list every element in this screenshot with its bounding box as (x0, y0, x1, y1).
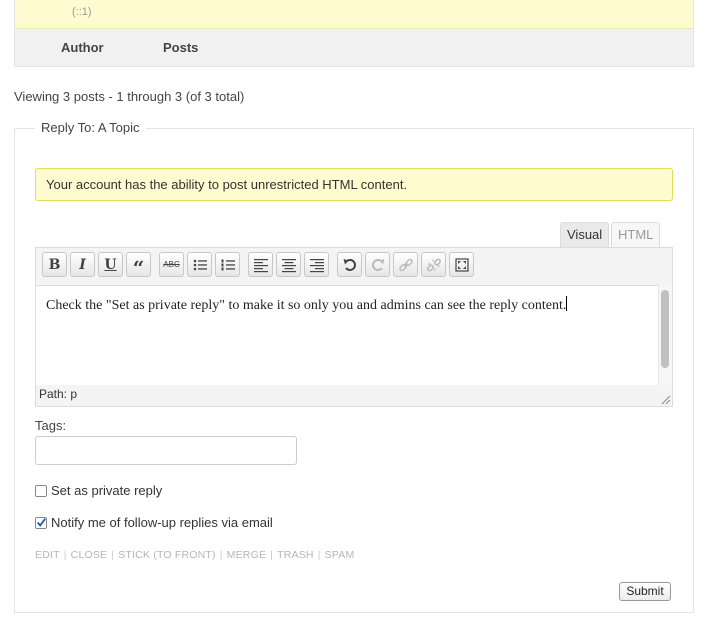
separator: | (63, 549, 67, 561)
admin-links: EDIT | CLOSE | STICK (TO FRONT) | MERGE | TRASH |… (35, 549, 354, 561)
pagination-count: Viewing 3 posts - 1 through 3 (of 3 tota… (14, 89, 245, 104)
tags-label: Tags: (35, 418, 67, 433)
admin-link-close[interactable]: CLOSE (71, 549, 108, 561)
column-author: Author (61, 40, 104, 55)
notify-option[interactable]: Notify me of follow-up replies via email (35, 515, 273, 530)
text-cursor (566, 296, 568, 311)
reply-legend: Reply To: A Topic (35, 120, 146, 135)
strikethrough-button[interactable]: ABC (159, 252, 184, 277)
private-reply-label: Set as private reply (51, 483, 163, 498)
private-reply-checkbox[interactable] (35, 484, 47, 497)
underline-icon: U (104, 256, 117, 273)
redo-icon (371, 258, 384, 271)
separator: | (317, 549, 321, 561)
path-value: p (70, 387, 78, 401)
numbered-list-icon (221, 259, 235, 270)
html-notice: Your account has the ability to post unr… (35, 168, 673, 201)
unlink-icon (426, 258, 441, 271)
notify-checkbox[interactable] (35, 516, 47, 529)
undo-button[interactable] (337, 252, 362, 277)
fullscreen-icon (454, 257, 469, 272)
bullet-list-icon (193, 259, 207, 270)
align-left-icon (253, 258, 268, 272)
table-header (15, 29, 693, 66)
bold-icon: B (48, 256, 61, 273)
author-ip-row: (::1) (15, 0, 693, 29)
separator: | (111, 549, 115, 561)
italic-icon: I (79, 256, 86, 273)
tab-visual[interactable]: Visual (560, 222, 610, 248)
bullet-list-button[interactable] (187, 252, 212, 277)
submit-button[interactable]: Submit (619, 582, 671, 601)
admin-link-stick[interactable]: STICK (TO FRONT) (118, 549, 216, 561)
topic-meta-box: (::1) (14, 0, 694, 67)
private-reply-option[interactable]: Set as private reply (35, 483, 162, 498)
strikethrough-icon: ABC (163, 260, 180, 269)
path-label: Path: (39, 387, 68, 401)
admin-link-edit[interactable]: EDIT (35, 549, 60, 561)
reply-form: Reply To: A Topic Your account has the a… (14, 120, 694, 613)
author-ip: (::1) (72, 6, 92, 18)
unlink-button[interactable] (421, 252, 446, 277)
redo-button[interactable] (365, 252, 390, 277)
separator: | (219, 549, 223, 561)
align-center-button[interactable] (276, 252, 301, 277)
numbered-list-button[interactable] (215, 252, 240, 277)
column-posts: Posts (163, 40, 199, 55)
italic-button[interactable]: I (70, 252, 95, 277)
align-right-icon (309, 258, 324, 272)
tags-input[interactable] (35, 436, 297, 465)
notify-label: Notify me of follow-up replies via email (51, 515, 273, 530)
align-right-button[interactable] (304, 252, 329, 277)
align-left-button[interactable] (248, 252, 273, 277)
admin-link-merge[interactable]: MERGE (227, 549, 267, 561)
rich-text-editor: B I U “ ABC Check the "Set as private re… (35, 247, 673, 407)
editor-toolbar: B I U “ ABC (42, 252, 474, 280)
blockquote-icon: “ (132, 255, 145, 280)
editor-scrollbar-thumb[interactable] (661, 290, 669, 368)
underline-button[interactable]: U (98, 252, 123, 277)
tab-html[interactable]: HTML (611, 222, 661, 248)
undo-icon (343, 258, 356, 271)
align-center-icon (281, 258, 296, 272)
insert-link-button[interactable] (393, 252, 418, 277)
admin-link-spam[interactable]: SPAM (325, 549, 355, 561)
link-icon (398, 258, 413, 271)
resize-handle-icon[interactable] (661, 395, 671, 405)
separator: | (270, 549, 274, 561)
checkmark-icon (36, 518, 46, 527)
fullscreen-button[interactable] (449, 252, 474, 277)
bold-button[interactable]: B (42, 252, 67, 277)
editor-content[interactable]: Check the "Set as private reply" to make… (36, 285, 658, 385)
editor-text: Check the "Set as private reply" to make… (46, 298, 567, 313)
blockquote-button[interactable]: “ (126, 252, 151, 280)
admin-link-trash[interactable]: TRASH (277, 549, 314, 561)
editor-path: Path: p (39, 387, 77, 401)
